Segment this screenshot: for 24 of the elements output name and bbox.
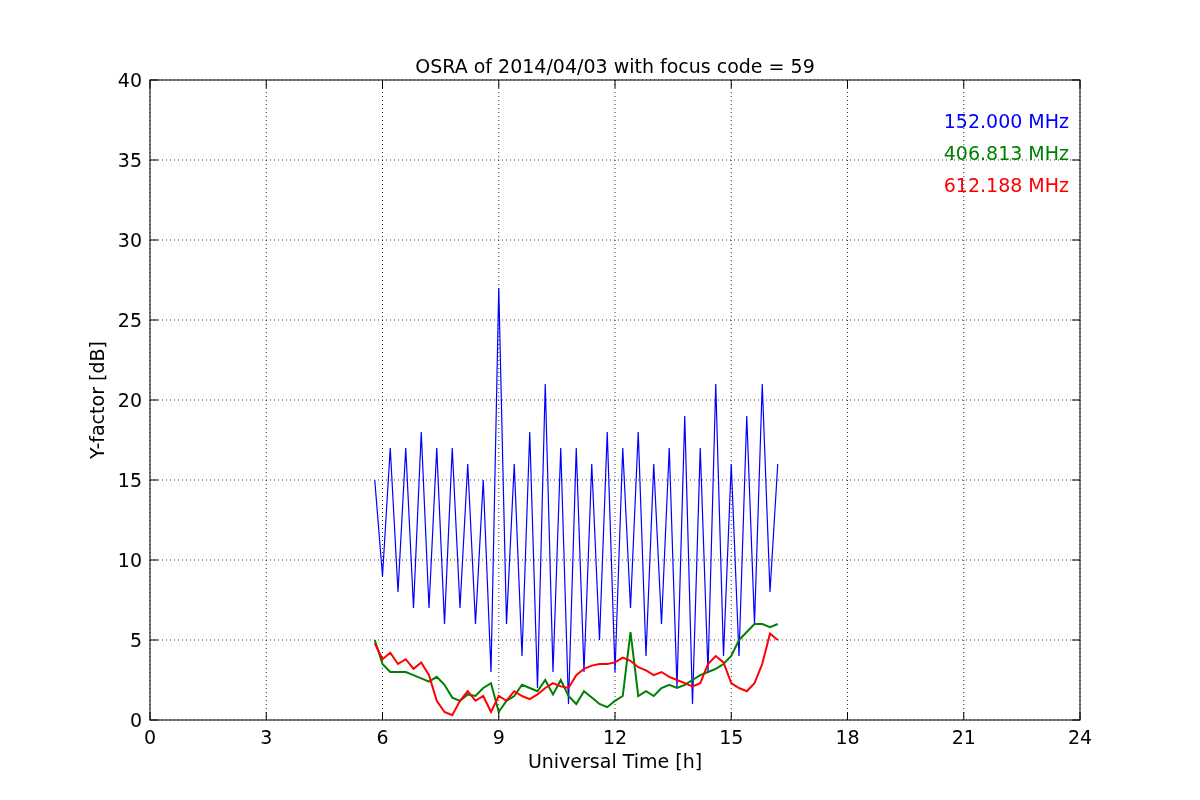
axis-label: Y-factor [dB] — [86, 341, 108, 459]
axis-label: Universal Time [h] — [527, 750, 703, 772]
legend-label: 152.000 MHz — [943, 110, 1069, 132]
tick-label: 9 — [492, 726, 505, 748]
tick-label: 40 — [117, 69, 142, 91]
tick-label: 20 — [117, 389, 142, 411]
tick-label: 6 — [376, 726, 389, 748]
tick-label: 21 — [951, 726, 976, 748]
tick-label: 15 — [719, 726, 744, 748]
legend-label: 406.813 MHz — [943, 142, 1069, 164]
tick-label: 25 — [117, 309, 142, 331]
legend-label: 612.188 MHz — [943, 174, 1069, 196]
tick-label: 24 — [1067, 726, 1093, 748]
tick-label: 5 — [129, 629, 142, 651]
tick-label: 12 — [602, 726, 628, 748]
tick-label: 0 — [129, 709, 142, 731]
tick-label: 15 — [117, 469, 142, 491]
chart-title: OSRA of 2014/04/03 with focus code = 59 — [415, 55, 815, 77]
tick-label: 10 — [117, 549, 142, 571]
tick-label: 35 — [117, 149, 142, 171]
tick-label: 18 — [835, 726, 860, 748]
tick-label: 0 — [143, 726, 157, 748]
tick-label: 3 — [260, 726, 273, 748]
tick-label: 30 — [117, 229, 142, 251]
